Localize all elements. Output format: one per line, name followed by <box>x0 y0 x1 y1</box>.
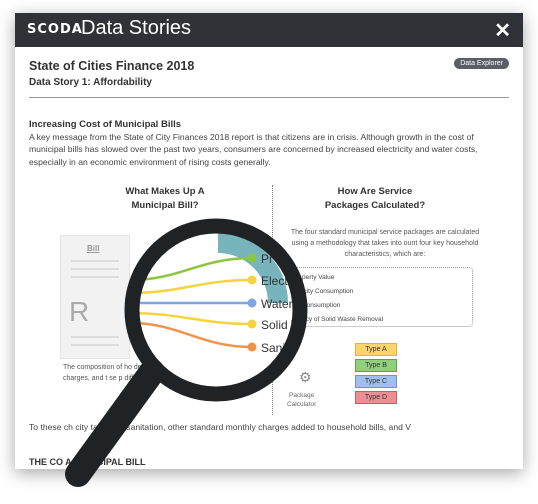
legend-dot <box>247 253 257 263</box>
legend-dot <box>247 342 257 352</box>
legend-dot <box>247 319 257 329</box>
legend-dot <box>247 298 257 308</box>
magnifier-overlay: Pr Electr Water C Solid W Sanitat <box>65 218 308 487</box>
legend-dot <box>247 275 257 285</box>
